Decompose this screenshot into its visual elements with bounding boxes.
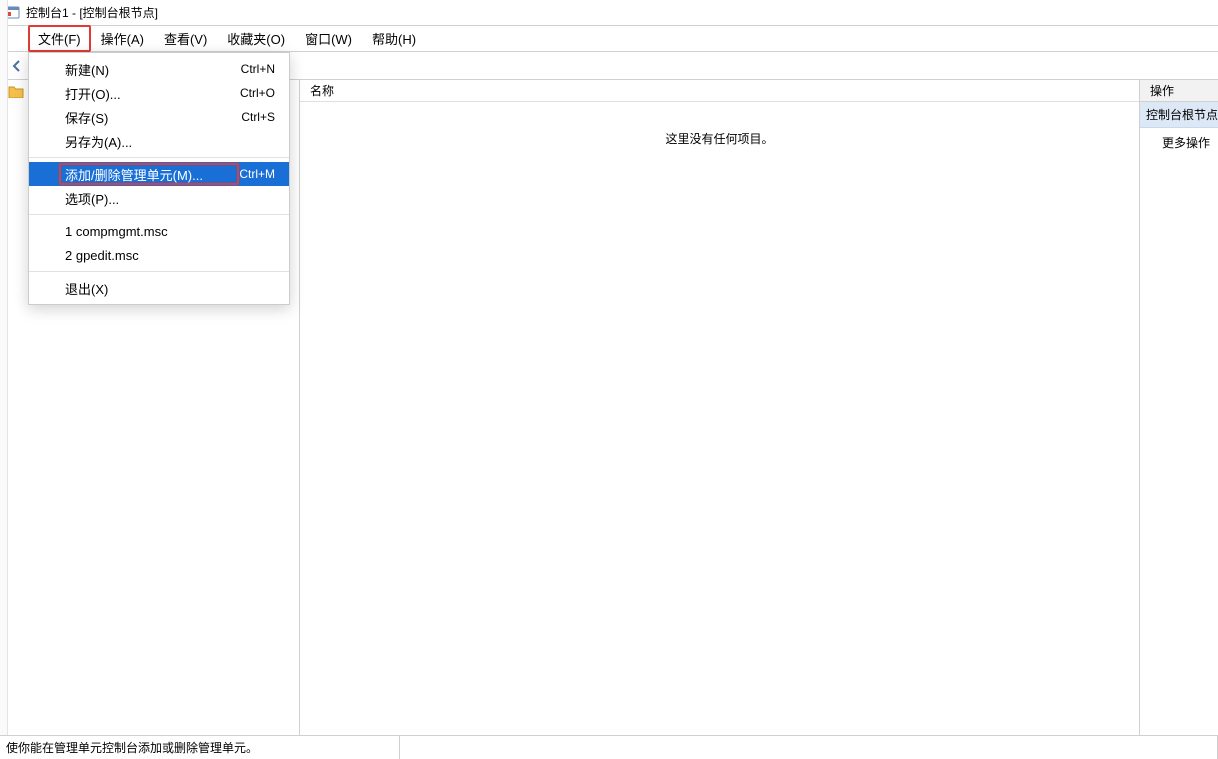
file-menu-saveas-label: 另存为(A)... (65, 132, 132, 151)
file-menu-options-label: 选项(P)... (65, 189, 119, 208)
menu-file[interactable]: 文件(F) (28, 25, 91, 52)
back-button[interactable] (6, 55, 28, 77)
file-menu-recent-2-label: 2 gpedit.msc (65, 248, 139, 263)
file-menu-exit[interactable]: 退出(X) (29, 276, 289, 300)
file-menu-add-remove-snapin[interactable]: 添加/删除管理单元(M)... Ctrl+M (29, 162, 289, 186)
file-menu-save-shortcut: Ctrl+S (241, 110, 275, 124)
file-menu-open[interactable]: 打开(O)... Ctrl+O (29, 81, 289, 105)
actions-pane: 操作 控制台根节点 更多操作 (1140, 80, 1218, 735)
file-menu-new-shortcut: Ctrl+N (241, 62, 275, 76)
menu-separator (29, 157, 289, 158)
column-header-name[interactable]: 名称 (300, 80, 1139, 102)
menu-bar: 文件(F) 操作(A) 查看(V) 收藏夹(O) 窗口(W) 帮助(H) (0, 26, 1218, 52)
title-bar: 控制台1 - [控制台根节点] (0, 0, 1218, 26)
file-menu-exit-label: 退出(X) (65, 279, 108, 298)
file-menu-dropdown: 新建(N) Ctrl+N 打开(O)... Ctrl+O 保存(S) Ctrl+… (28, 52, 290, 305)
status-bar: 使你能在管理单元控制台添加或删除管理单元。 (0, 735, 1218, 759)
file-menu-save[interactable]: 保存(S) Ctrl+S (29, 105, 289, 129)
actions-pane-more[interactable]: 更多操作 (1140, 128, 1218, 155)
file-menu-recent-1[interactable]: 1 compmgmt.msc (29, 219, 289, 243)
file-menu-save-label: 保存(S) (65, 108, 108, 127)
menu-favorites[interactable]: 收藏夹(O) (217, 25, 295, 52)
actions-pane-header: 操作 (1140, 80, 1218, 102)
status-segment-2 (400, 736, 1218, 759)
menu-separator (29, 214, 289, 215)
menu-view[interactable]: 查看(V) (154, 25, 217, 52)
file-menu-recent-1-label: 1 compmgmt.msc (65, 224, 168, 239)
list-pane: 名称 这里没有任何项目。 (300, 80, 1140, 735)
file-menu-recent-2[interactable]: 2 gpedit.msc (29, 243, 289, 267)
window-title: 控制台1 - [控制台根节点] (26, 4, 158, 21)
menu-separator (29, 271, 289, 272)
console-root-folder-icon[interactable] (8, 84, 24, 98)
empty-list-message: 这里没有任何项目。 (300, 130, 1139, 147)
status-text: 使你能在管理单元控制台添加或删除管理单元。 (6, 736, 400, 759)
menu-action[interactable]: 操作(A) (91, 25, 154, 52)
file-menu-new-label: 新建(N) (65, 60, 109, 79)
file-menu-open-shortcut: Ctrl+O (240, 86, 275, 100)
file-menu-saveas[interactable]: 另存为(A)... (29, 129, 289, 153)
actions-pane-node[interactable]: 控制台根节点 (1140, 102, 1218, 128)
file-menu-new[interactable]: 新建(N) Ctrl+N (29, 57, 289, 81)
menu-help[interactable]: 帮助(H) (362, 25, 426, 52)
file-menu-add-remove-snapin-shortcut: Ctrl+M (239, 167, 275, 181)
file-menu-open-label: 打开(O)... (65, 84, 121, 103)
menu-window[interactable]: 窗口(W) (295, 25, 362, 52)
file-menu-options[interactable]: 选项(P)... (29, 186, 289, 210)
file-menu-add-remove-snapin-label: 添加/删除管理单元(M)... (65, 165, 203, 184)
